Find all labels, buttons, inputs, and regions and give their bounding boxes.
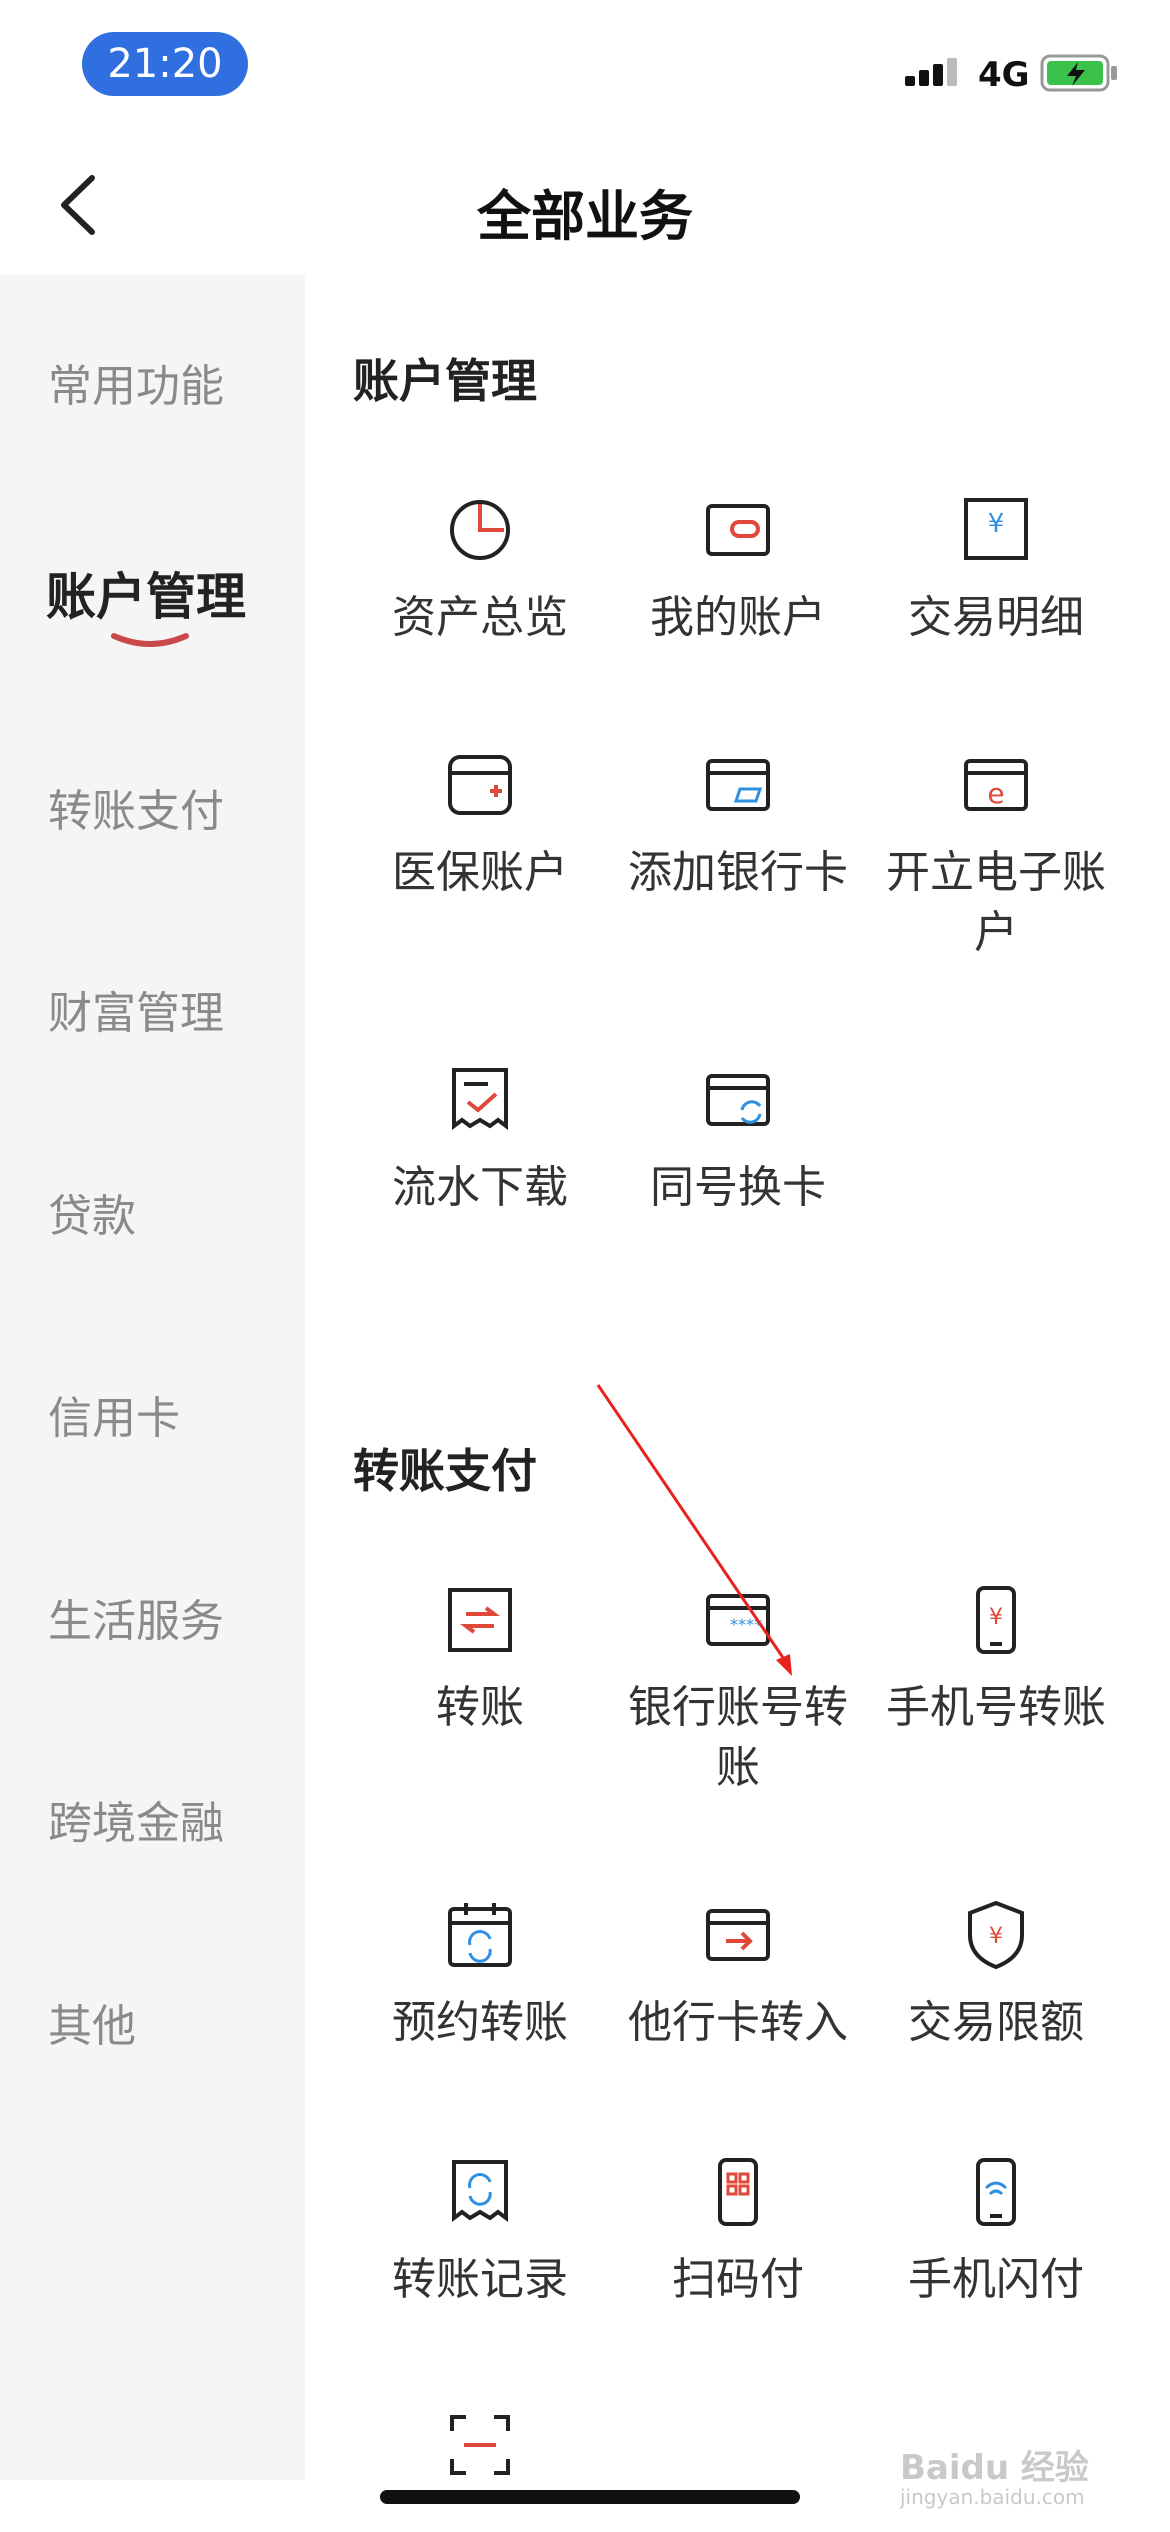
scan-icon [450,2415,510,2475]
tile-label: 流水下载 [392,1162,568,1213]
tile-label: 他行卡转入 [628,1997,848,2048]
tile-medical-account[interactable]: 医保账户 [350,745,610,903]
signal-icon [905,58,957,86]
tile-other-bank-card-in[interactable]: 他行卡转入 [608,1895,868,2053]
tile-label: 交易明细 [908,592,1084,643]
tile-add-bank-card[interactable]: 添加银行卡 [608,745,868,903]
card-in-icon [706,1909,770,1961]
tile-label: 我的账户 [650,592,826,643]
transfer-icon [448,1588,512,1652]
wallet-icon [706,504,770,556]
tile-label: 手机闪付 [908,2254,1084,2305]
tile-label: 扫码付 [672,2254,804,2305]
sidebar-item-account[interactable]: 账户管理 [46,557,246,629]
add-card-icon [706,759,770,811]
status-bar: 21:20 4G [0,0,1170,130]
qr-phone-icon [718,2158,758,2226]
sidebar-item-wealth[interactable]: 财富管理 [48,977,224,1041]
tile-scheduled-transfer[interactable]: 预约转账 [350,1895,610,2053]
tile-transaction-detail[interactable]: ¥ 交易明细 [866,490,1126,648]
tile-scan[interactable] [350,2405,610,2485]
tile-label: 同号换卡 [650,1162,826,1213]
shield-yuan-icon: ¥ [968,1900,1024,1970]
page-title: 全部业务 [477,185,693,248]
sidebar-item-transfer[interactable]: 转账支付 [48,775,224,839]
statement-download-icon [452,1068,508,1130]
tile-label: 添加银行卡 [628,847,848,898]
service-list: 账户管理 资产总览 我的账户 ¥ 交易明细 医保账户 添加银行卡 e 开立电子账… [305,275,1170,2480]
tile-transfer-records[interactable]: 转账记录 [350,2152,610,2310]
svg-text:e: e [987,777,1004,810]
active-indicator [111,633,189,647]
tile-transfer[interactable]: 转账 [350,1580,610,1738]
sidebar-item-credit-card[interactable]: 信用卡 [48,1382,180,1446]
tile-label: 交易限额 [908,1997,1084,2048]
tile-label: 资产总览 [392,592,568,643]
tile-same-number-card-swap[interactable]: 同号换卡 [608,1060,868,1218]
medical-card-icon [448,755,512,815]
sidebar-item-life[interactable]: 生活服务 [48,1585,224,1649]
watermark: Baidu 经验 jingyan.baidu.com [900,2448,1089,2509]
tile-open-e-account[interactable]: e 开立电子账户 [866,745,1126,963]
calendar-refresh-icon [448,1903,512,1967]
sidebar: 常用功能 账户管理 转账支付 财富管理 贷款 信用卡 生活服务 跨境金融 其他 [0,275,305,2480]
svg-text:****: **** [730,1615,762,1634]
record-icon [452,2160,508,2222]
tile-label: 医保账户 [392,847,568,898]
home-indicator[interactable] [380,2490,800,2504]
svg-text:¥: ¥ [989,1605,1003,1630]
tile-statement-download[interactable]: 流水下载 [350,1060,610,1218]
tile-phone-transfer[interactable]: ¥ 手机号转账 [866,1580,1126,1738]
yuan-receipt-icon: ¥ [964,498,1028,560]
battery-icon [1040,54,1117,92]
tile-label: 手机号转账 [886,1682,1106,1733]
svg-text:¥: ¥ [988,509,1005,539]
status-time: 21:20 [82,32,248,96]
tile-label: 转账 [436,1682,524,1733]
tile-my-account[interactable]: 我的账户 [608,490,868,648]
tile-label: 转账记录 [392,2254,568,2305]
section-title-transfer: 转账支付 [353,1444,537,1498]
sidebar-item-other[interactable]: 其他 [48,1990,136,2054]
bank-card-icon: **** [706,1594,770,1646]
header: 全部业务 [0,130,1170,275]
svg-text:¥: ¥ [989,1924,1003,1949]
sidebar-item-crossborder[interactable]: 跨境金融 [48,1787,224,1851]
tile-phone-quickpass[interactable]: 手机闪付 [866,2152,1126,2310]
section-title-account: 账户管理 [353,354,537,408]
e-account-icon: e [964,759,1028,811]
card-swap-icon [706,1074,770,1126]
tile-label: 开立电子账户 [886,847,1106,958]
sidebar-item-common[interactable]: 常用功能 [48,350,224,414]
tile-asset-overview[interactable]: 资产总览 [350,490,610,648]
clock-pie-icon [450,500,510,560]
phone-yuan-icon: ¥ [976,1586,1016,1654]
tile-bank-account-transfer[interactable]: **** 银行账号转账 [608,1580,868,1798]
network-label: 4G [978,55,1030,95]
tile-label: 银行账号转账 [628,1682,848,1793]
tile-scan-pay[interactable]: 扫码付 [608,2152,868,2310]
tile-label: 预约转账 [392,1997,568,2048]
tile-transaction-limit[interactable]: ¥ 交易限额 [866,1895,1126,2053]
nfc-phone-icon [976,2158,1016,2226]
sidebar-item-loan[interactable]: 贷款 [48,1180,136,1244]
